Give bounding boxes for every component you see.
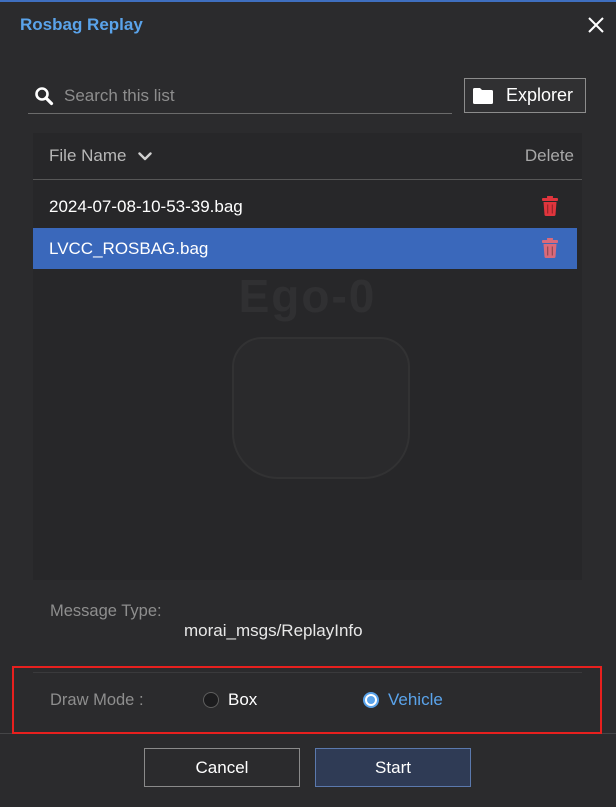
message-type-value: morai_msgs/ReplayInfo (184, 621, 363, 640)
start-button[interactable]: Start (315, 748, 471, 787)
draw-mode-option-box[interactable]: Box (203, 688, 257, 712)
search-input[interactable] (64, 83, 448, 109)
file-list: Ego-0 File Name Delete 2024-07-08-10-53-… (33, 133, 582, 580)
search-icon (34, 86, 54, 106)
radio-button-vehicle[interactable] (363, 692, 379, 708)
chevron-down-icon[interactable] (138, 151, 153, 161)
explorer-button[interactable]: Explorer (464, 78, 586, 113)
trash-icon[interactable] (542, 196, 558, 216)
file-name: LVCC_ROSBAG.bag (49, 239, 209, 258)
folder-icon (473, 87, 493, 104)
list-header-divider (33, 179, 582, 180)
footer-divider (0, 733, 616, 734)
search-underline (28, 113, 452, 114)
file-name: 2024-07-08-10-53-39.bag (49, 197, 243, 216)
explorer-button-label: Explorer (506, 85, 574, 105)
radio-button-box[interactable] (203, 692, 219, 708)
radio-dot (207, 696, 215, 704)
background-vehicle-label: Ego-0 (33, 269, 582, 323)
draw-mode-divider (33, 672, 582, 673)
background-vehicle-shape (232, 337, 410, 479)
close-icon[interactable] (586, 15, 606, 35)
list-item[interactable]: LVCC_ROSBAG.bag (33, 228, 577, 269)
column-header-delete: Delete (524, 146, 574, 165)
dialog-title: Rosbag Replay (20, 15, 143, 34)
draw-mode-option-vehicle[interactable]: Vehicle (363, 688, 443, 712)
dialog-top-border (0, 0, 616, 2)
column-header-file-name-label: File Name (49, 146, 127, 165)
trash-icon[interactable] (542, 238, 558, 258)
cancel-button[interactable]: Cancel (144, 748, 300, 787)
list-item[interactable]: 2024-07-08-10-53-39.bag (33, 186, 577, 227)
message-type-label: Message Type: (50, 602, 162, 620)
radio-label-box: Box (228, 690, 258, 709)
radio-label-vehicle: Vehicle (388, 690, 443, 709)
column-header-file-name[interactable]: File Name (49, 133, 153, 179)
radio-dot (367, 696, 375, 704)
draw-mode-label: Draw Mode : (50, 691, 144, 709)
rosbag-replay-dialog: Rosbag Replay Explorer Ego-0 File Name (0, 0, 616, 807)
